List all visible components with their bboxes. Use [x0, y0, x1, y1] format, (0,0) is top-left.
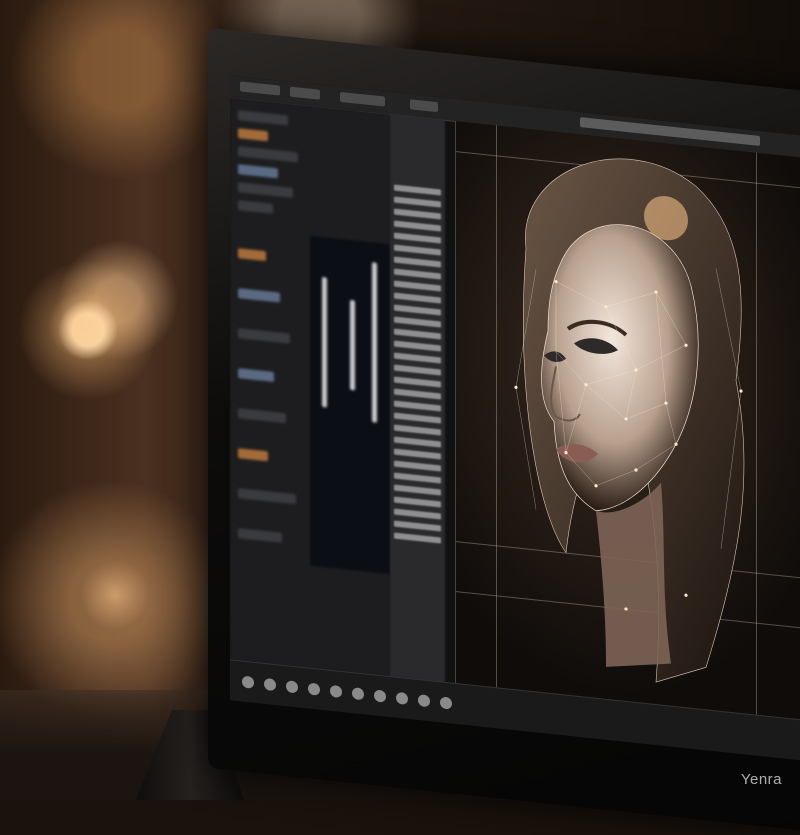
list-item[interactable] [394, 388, 441, 400]
slider-track[interactable] [350, 299, 355, 391]
list-item[interactable] [394, 460, 441, 472]
toolbar-button[interactable] [330, 684, 342, 699]
list-item[interactable] [394, 520, 441, 532]
bokeh-light [48, 290, 118, 360]
list-item[interactable] [394, 352, 441, 364]
slider-track[interactable] [372, 262, 377, 423]
list-item[interactable] [394, 436, 441, 448]
list-item[interactable] [394, 328, 441, 340]
list-item[interactable] [394, 484, 441, 496]
toolbar-button[interactable] [308, 682, 320, 696]
properties-list [390, 114, 445, 683]
list-item[interactable] [394, 280, 441, 292]
menu-tab[interactable] [410, 99, 438, 113]
panel-row[interactable] [238, 110, 288, 126]
list-item[interactable] [394, 244, 441, 256]
list-item[interactable] [394, 196, 441, 208]
list-item[interactable] [394, 364, 441, 376]
toolbar-button[interactable] [352, 687, 364, 701]
wireframe-portrait [514, 158, 745, 683]
panel-row[interactable] [238, 368, 274, 382]
toolbar-button[interactable] [264, 677, 276, 692]
list-item[interactable] [394, 412, 441, 424]
panel-row[interactable] [238, 528, 282, 543]
list-item[interactable] [394, 340, 441, 352]
panel-row[interactable] [238, 182, 293, 198]
panel-row[interactable] [238, 248, 266, 262]
toolbar-button[interactable] [286, 680, 298, 694]
toolbar-button[interactable] [242, 675, 254, 689]
list-item[interactable] [394, 532, 441, 544]
list-item[interactable] [394, 292, 441, 304]
slider-track[interactable] [322, 276, 327, 408]
menu-tab[interactable] [240, 81, 280, 96]
list-item[interactable] [394, 400, 441, 412]
list-item[interactable] [394, 208, 441, 220]
menu-tab[interactable] [340, 91, 385, 107]
panel-row[interactable] [238, 448, 268, 462]
list-item[interactable] [394, 304, 441, 316]
watermark: Yenra [740, 771, 782, 788]
list-item[interactable] [394, 472, 441, 484]
panel-row[interactable] [238, 328, 290, 344]
panel-row[interactable] [238, 128, 268, 142]
monitor-screen [230, 75, 800, 766]
toolbar-button[interactable] [396, 691, 408, 706]
list-item[interactable] [394, 232, 441, 244]
list-item[interactable] [394, 220, 441, 232]
3d-viewport[interactable] [455, 120, 800, 726]
toolbar-button[interactable] [440, 696, 452, 710]
bokeh-light [80, 560, 150, 630]
list-item[interactable] [394, 448, 441, 460]
list-item[interactable] [394, 424, 441, 436]
panel-row[interactable] [238, 408, 286, 424]
toolbar-button[interactable] [418, 694, 430, 708]
list-item[interactable] [394, 508, 441, 520]
menu-tab[interactable] [290, 86, 320, 100]
list-item[interactable] [394, 184, 441, 196]
timeline-panel [310, 235, 390, 575]
list-item[interactable] [394, 268, 441, 280]
list-item[interactable] [394, 316, 441, 328]
monitor [208, 28, 800, 835]
panel-row[interactable] [238, 488, 296, 505]
panel-row[interactable] [238, 146, 298, 163]
toolbar-button[interactable] [374, 689, 386, 703]
panel-row[interactable] [238, 288, 280, 303]
panel-row[interactable] [238, 164, 278, 179]
list-item[interactable] [394, 496, 441, 508]
list-item[interactable] [394, 256, 441, 268]
layers-panel [230, 97, 390, 678]
list-item[interactable] [394, 376, 441, 388]
panel-row[interactable] [238, 200, 273, 214]
